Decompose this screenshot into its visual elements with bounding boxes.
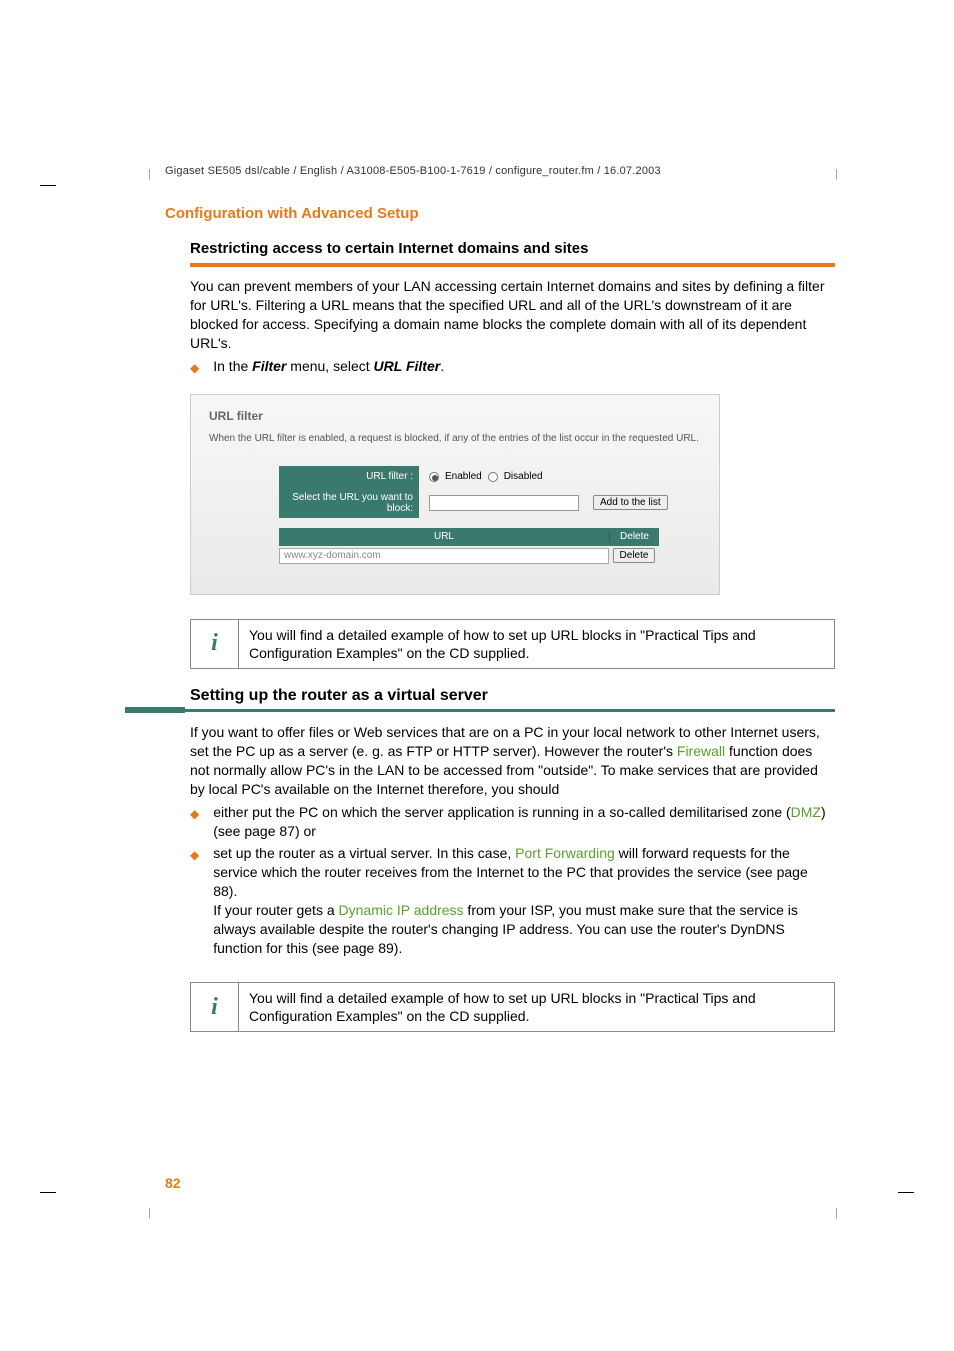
- page-content: Configuration with Advanced Setup Restri…: [165, 205, 835, 1050]
- ui-input-group: Add to the list: [419, 495, 668, 511]
- heading-rule-green: [165, 707, 835, 713]
- crop-dash-left: [40, 185, 56, 186]
- radio-enabled-label: Enabled: [445, 471, 482, 482]
- diamond-icon: ◆: [190, 806, 199, 841]
- ui-row-select: Select the URL you want to block: Add to…: [279, 488, 701, 518]
- crop-mark-tl: |: [148, 168, 151, 180]
- url-cell[interactable]: www.xyz-domain.com: [279, 548, 609, 564]
- bt-mid: menu, select: [286, 358, 373, 374]
- url-input[interactable]: [429, 495, 579, 511]
- section2-bullet1: ◆ either put the PC on which the server …: [190, 803, 835, 841]
- diamond-icon: ◆: [190, 847, 199, 957]
- crop-dash-bl: [40, 1192, 56, 1193]
- green-bar-right: [185, 709, 835, 712]
- ui-label-select: Select the URL you want to block:: [279, 488, 419, 518]
- bt-prefix: In the: [213, 358, 252, 374]
- ui-title: URL filter: [209, 409, 701, 423]
- ui-url-table: URL Delete www.xyz-domain.com Delete: [279, 528, 659, 566]
- b1a: either put the PC on which the server ap…: [213, 804, 790, 820]
- section2-heading: Setting up the router as a virtual serve…: [190, 687, 835, 705]
- delete-cell: Delete: [609, 548, 659, 563]
- col-delete: Delete: [609, 531, 659, 542]
- link-firewall[interactable]: Firewall: [677, 743, 725, 759]
- page-title: Configuration with Advanced Setup: [165, 205, 835, 222]
- header-path: Gigaset SE505 dsl/cable / English / A310…: [165, 165, 661, 177]
- link-dmz[interactable]: DMZ: [791, 804, 821, 820]
- section2-bullet1-text: either put the PC on which the server ap…: [213, 803, 835, 841]
- crop-dash-br: [898, 1192, 914, 1193]
- info-icon: i: [191, 983, 239, 1031]
- info-box-1: i You will find a detailed example of ho…: [190, 619, 835, 669]
- info-box-2: i You will find a detailed example of ho…: [190, 982, 835, 1032]
- add-button[interactable]: Add to the list: [593, 495, 668, 510]
- bt-suffix: .: [440, 358, 444, 374]
- crop-mark-bl: |: [148, 1207, 151, 1219]
- info-text-2: You will find a detailed example of how …: [239, 983, 834, 1031]
- section1-para: You can prevent members of your LAN acce…: [190, 277, 835, 353]
- delete-button[interactable]: Delete: [613, 548, 656, 563]
- radio-enabled[interactable]: [429, 472, 439, 482]
- green-bar-left: [125, 707, 185, 713]
- link-dynamic-ip[interactable]: Dynamic IP address: [339, 902, 464, 918]
- section2-bullet2-text: set up the router as a virtual server. I…: [213, 844, 835, 957]
- bt-bold1: Filter: [252, 358, 286, 374]
- crop-mark-tr: |: [835, 168, 838, 180]
- router-ui-screenshot: URL filter When the URL filter is enable…: [190, 394, 720, 595]
- table-row: www.xyz-domain.com Delete: [279, 546, 659, 566]
- section2-bullet2: ◆ set up the router as a virtual server.…: [190, 844, 835, 957]
- b2c: If your router gets a: [213, 902, 338, 918]
- ui-row-filter: URL filter : Enabled Disabled: [279, 466, 701, 488]
- col-url: URL: [279, 531, 609, 542]
- info-icon: i: [191, 620, 239, 668]
- ui-radio-group: Enabled Disabled: [419, 471, 543, 482]
- section1-heading: Restricting access to certain Internet d…: [190, 240, 835, 257]
- section2-para1: If you want to offer files or Web servic…: [190, 723, 835, 799]
- diamond-icon: ◆: [190, 360, 199, 376]
- section1-bullet: ◆ In the Filter menu, select URL Filter.: [190, 357, 835, 376]
- bt-bold2: URL Filter: [374, 358, 441, 374]
- radio-disabled-label: Disabled: [504, 471, 543, 482]
- link-port-forwarding[interactable]: Port Forwarding: [515, 845, 615, 861]
- ui-form: URL filter : Enabled Disabled Select the…: [279, 466, 701, 566]
- section1-bullet-text: In the Filter menu, select URL Filter.: [213, 357, 835, 376]
- ui-label-filter: URL filter :: [279, 466, 419, 488]
- table-header-row: URL Delete: [279, 528, 659, 546]
- radio-disabled[interactable]: [488, 472, 498, 482]
- info-text-1: You will find a detailed example of how …: [239, 620, 834, 668]
- crop-mark-br: |: [835, 1207, 838, 1219]
- page-number: 82: [165, 1175, 181, 1191]
- heading-rule-orange: [190, 263, 835, 267]
- b2a: set up the router as a virtual server. I…: [213, 845, 515, 861]
- ui-desc: When the URL filter is enabled, a reques…: [209, 433, 701, 444]
